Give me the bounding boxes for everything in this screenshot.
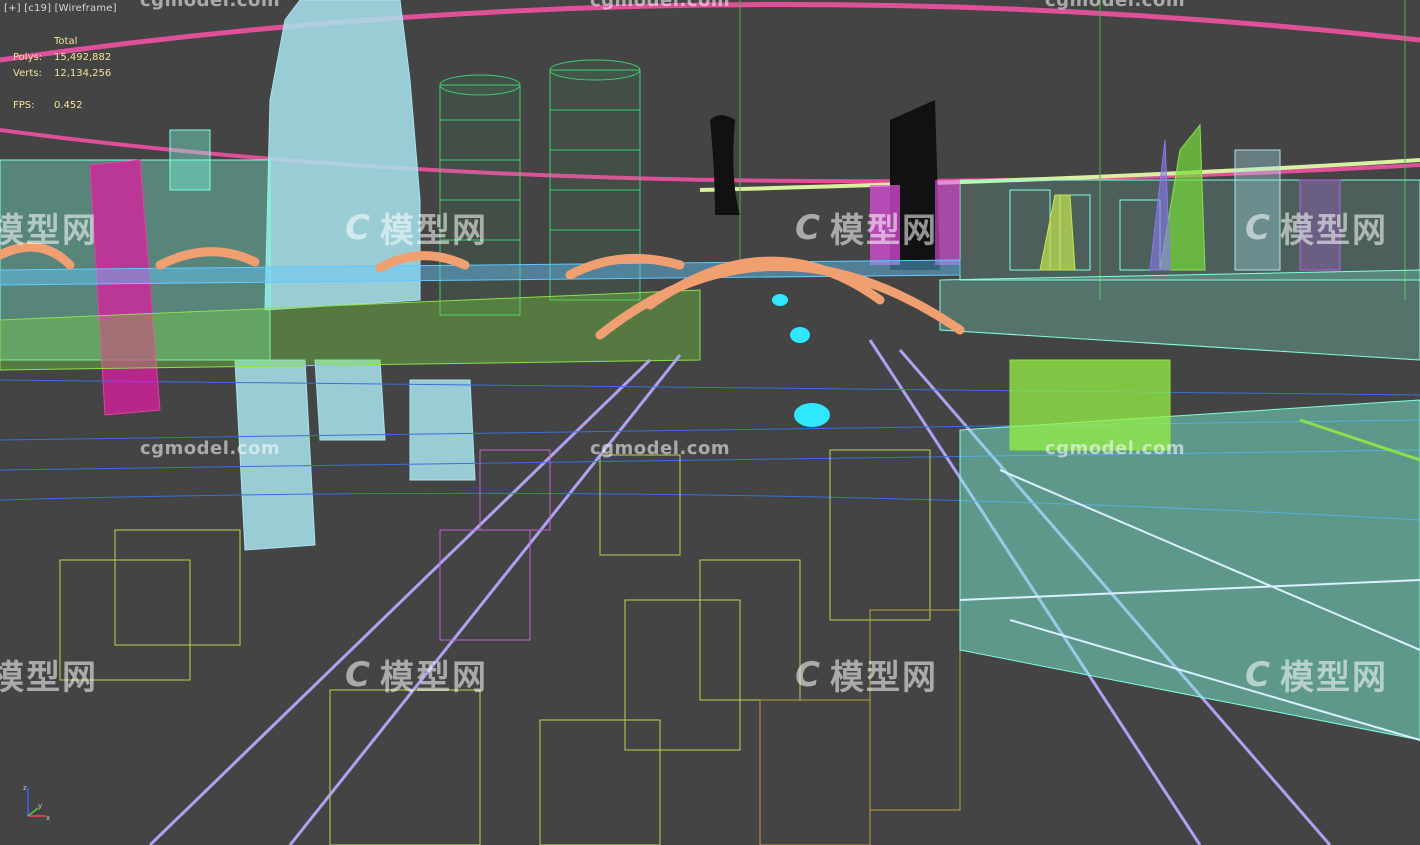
watermark-logo-text: 模型网 [379, 211, 488, 251]
watermark-logo-mark: C [345, 654, 372, 695]
watermark-logo-mark: C [345, 207, 372, 248]
cyan-marker-2 [790, 327, 810, 343]
axis-z-label: z [23, 784, 27, 792]
watermark-logo-text: 模型网 [1279, 658, 1388, 698]
verts-value: 12,134,256 [54, 68, 112, 79]
fps-value: 0.452 [54, 100, 83, 111]
axis-y-label: y [38, 802, 42, 810]
watermark-logo-text: 模型网 [829, 211, 938, 251]
watermark-logo: C 模型网 [345, 203, 488, 252]
watermark-logo: C 模型网 [1245, 203, 1388, 252]
watermark-logo: C 模型网 [795, 650, 938, 699]
watermark-logo-text: 模型网 [829, 658, 938, 698]
watermark-logo: 模型网 [0, 650, 98, 699]
watermark-logo-mark: C [795, 654, 822, 695]
watermark-logo-mark: C [795, 207, 822, 248]
verts-row: Verts: 12,134,256 [13, 66, 111, 82]
green-machine [1009, 359, 1171, 451]
dark-tower-1 [710, 115, 740, 215]
watermark-logo: 模型网 [0, 203, 98, 252]
watermark-logo: C 模型网 [345, 650, 488, 699]
stats-header-row: Total [13, 34, 111, 50]
fps-row: FPS: 0.452 [13, 98, 111, 114]
watermark-url: cgmodel.com [140, 438, 281, 459]
watermark-logo: C 模型网 [795, 203, 938, 252]
orange-boxes [759, 609, 961, 845]
watermark-url: cgmodel.com [590, 0, 731, 11]
cyan-marker [794, 403, 830, 427]
right-deck [939, 269, 1420, 361]
small-tower [169, 129, 211, 191]
cyan-marker-3 [772, 294, 788, 306]
watermark-logo-text: 模型网 [1279, 211, 1388, 251]
polys-value: 15,492,882 [54, 52, 112, 63]
axis-x-label: x [46, 814, 50, 822]
watermark-logo-mark: C [1245, 207, 1272, 248]
sky-ring-arc [0, 1, 1420, 63]
watermark-logo-mark: C [1245, 654, 1272, 695]
axis-gizmo: z y x [23, 784, 50, 822]
watermark-url: cgmodel.com [1045, 438, 1186, 459]
watermark-logo-text: 模型网 [0, 658, 98, 698]
stats-header: Total [54, 36, 78, 47]
watermark-logo: C 模型网 [1245, 650, 1388, 699]
statistics-overlay: Total Polys: 15,492,882 Verts: 12,134,25… [13, 34, 111, 114]
viewport-label[interactable]: [+] [c19] [Wireframe] [4, 3, 117, 14]
polys-label: Polys: [13, 52, 43, 63]
watermark-url: cgmodel.com [140, 0, 281, 11]
axis-y [27, 807, 39, 817]
fps-label: FPS: [13, 100, 35, 111]
watermark-url: cgmodel.com [590, 438, 731, 459]
watermark-url: cgmodel.com [1045, 0, 1186, 11]
wireframe-viewport[interactable]: [+] [c19] [Wireframe] Total Polys: 15,49… [0, 0, 1420, 845]
tower-pier-2 [314, 359, 386, 441]
tower-pier-3 [409, 379, 476, 481]
verts-label: Verts: [13, 68, 42, 79]
wireframe-scene[interactable] [0, 0, 1420, 845]
watermark-logo-text: 模型网 [0, 211, 98, 251]
polys-row: Polys: 15,492,882 [13, 50, 111, 66]
watermark-logo-text: 模型网 [379, 658, 488, 698]
magenta-block-2 [935, 180, 960, 265]
